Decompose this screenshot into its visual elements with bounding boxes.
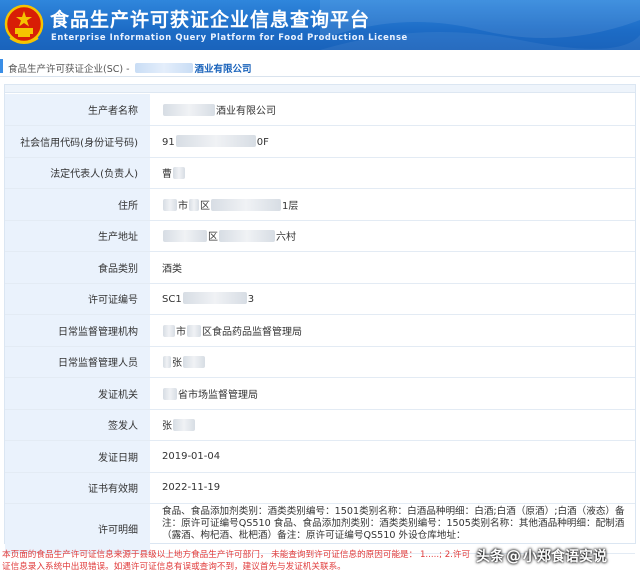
breadcrumb-accent-bar — [0, 59, 3, 73]
platform-title: 食品生产许可获证企业信息查询平台 — [50, 9, 371, 31]
row-label: 法定代表人(负责人) — [5, 157, 150, 189]
row-value: 区 六村 — [150, 220, 635, 252]
row-value: SC1 3 — [150, 283, 635, 315]
redacted-blur — [182, 292, 247, 305]
row-label: 住所 — [5, 188, 150, 221]
platform-subtitle: Enterprise Information Query Platform fo… — [51, 32, 408, 42]
national-emblem-icon — [4, 4, 44, 44]
redacted-blur — [189, 198, 199, 211]
production-address-part: 六村 — [276, 232, 296, 244]
table-row: 住所 市区 1层 — [5, 188, 635, 221]
row-value: 曹 — [150, 157, 635, 189]
redacted-blur — [173, 419, 195, 432]
redacted-blur — [219, 230, 275, 243]
row-label: 日常监督管理机构 — [5, 314, 150, 347]
breadcrumb: 食品生产许可获证企业(SC) - 酒业有限公司 — [0, 57, 640, 77]
supervisor-org-part: 市 — [176, 326, 186, 338]
credit-code-start: 91 — [162, 136, 175, 148]
issuing-authority: 省市场监督管理局 — [178, 389, 258, 401]
row-value: 市区 1层 — [150, 188, 635, 221]
license-number-end: 3 — [247, 294, 255, 306]
table-row: 生产者名称 酒业有限公司 — [5, 94, 635, 126]
row-value: 张 — [150, 346, 635, 378]
breadcrumb-prefix: 食品生产许可获证企业(SC) - — [8, 64, 133, 75]
watermark-right: 小郑食语实说 — [523, 549, 607, 565]
row-label: 签发人 — [5, 409, 150, 441]
enterprise-info-table: 生产者名称 酒业有限公司 社会信用代码(身份证号码) 91 0F 法定代表人(负责… — [5, 94, 635, 554]
table-row: 社会信用代码(身份证号码) 91 0F — [5, 125, 635, 158]
table-row: 发证机关 省市场监督管理局 — [5, 377, 635, 410]
address-part: 市 — [178, 200, 188, 212]
supervisor-name: 张 — [172, 358, 182, 370]
row-value: 张 — [150, 409, 635, 441]
table-row: 生产地址 区 六村 — [5, 220, 635, 252]
valid-until: 2022-11-19 — [150, 472, 635, 504]
at-icon: @ — [506, 547, 521, 565]
address-part: 区 — [200, 200, 210, 212]
supervisor-org-part: 区食品药品监督管理局 — [202, 326, 302, 338]
breadcrumb-company: 酒业有限公司 — [194, 64, 252, 75]
row-label: 许可证编号 — [5, 283, 150, 315]
table-row: 日常监督管理机构 市 区食品药品监督管理局 — [5, 314, 635, 347]
row-value: 91 0F — [150, 125, 635, 158]
redacted-blur — [163, 324, 175, 337]
signer: 张 — [162, 421, 172, 433]
redacted-blur — [187, 324, 201, 337]
redacted-blur — [163, 230, 207, 243]
table-row: 食品类别 酒类 — [5, 251, 635, 284]
redacted-blur — [183, 356, 205, 369]
enterprise-info-panel: 生产者名称 酒业有限公司 社会信用代码(身份证号码) 91 0F 法定代表人(负责… — [4, 84, 636, 554]
panel-top-strip — [5, 85, 635, 93]
row-label: 食品类别 — [5, 251, 150, 284]
production-address-part: 区 — [208, 232, 218, 244]
watermark: 头条 @ 小郑食语实说 — [476, 546, 607, 576]
page-header: 食品生产许可获证企业信息查询平台 Enterprise Information … — [0, 0, 640, 50]
redacted-blur — [163, 356, 171, 369]
row-label: 生产地址 — [5, 220, 150, 252]
table-row: 许可证编号 SC1 3 — [5, 283, 635, 315]
row-value: 酒业有限公司 — [150, 94, 635, 126]
redacted-blur — [163, 198, 177, 211]
redacted-blur — [134, 63, 193, 73]
redacted-blur — [211, 198, 281, 211]
license-number-start: SC1 — [162, 294, 182, 306]
credit-code-end: 0F — [256, 136, 269, 148]
row-label: 发证机关 — [5, 377, 150, 410]
row-label: 生产者名称 — [5, 94, 150, 126]
disclaimer-notice: 本页面的食品生产许可证信息来源于县级以上地方食品生产许可部门， 未能查询到许可证… — [2, 550, 471, 572]
row-value: 省市场监督管理局 — [150, 377, 635, 410]
watermark-left: 头条 — [476, 549, 504, 565]
row-label: 许可明细 — [5, 503, 150, 554]
redacted-blur — [175, 134, 256, 147]
table-row: 发证日期 2019-01-04 — [5, 440, 635, 473]
row-label: 日常监督管理人员 — [5, 346, 150, 378]
row-label: 证书有效期 — [5, 472, 150, 504]
food-category: 酒类 — [150, 251, 635, 284]
table-row: 法定代表人(负责人) 曹 — [5, 157, 635, 189]
redacted-blur — [163, 104, 215, 116]
issue-date: 2019-01-04 — [150, 440, 635, 473]
producer-name: 酒业有限公司 — [216, 106, 276, 117]
redacted-blur — [173, 167, 185, 180]
legal-representative: 曹 — [162, 169, 172, 181]
table-row: 证书有效期 2022-11-19 — [5, 472, 635, 504]
row-value: 市 区食品药品监督管理局 — [150, 314, 635, 347]
row-label: 社会信用代码(身份证号码) — [5, 125, 150, 158]
table-row: 签发人 张 — [5, 409, 635, 441]
address-part: 1层 — [282, 200, 299, 212]
breadcrumb-text: 食品生产许可获证企业(SC) - 酒业有限公司 — [8, 61, 252, 75]
row-label: 发证日期 — [5, 440, 150, 473]
redacted-blur — [163, 387, 177, 400]
table-row: 日常监督管理人员 张 — [5, 346, 635, 378]
